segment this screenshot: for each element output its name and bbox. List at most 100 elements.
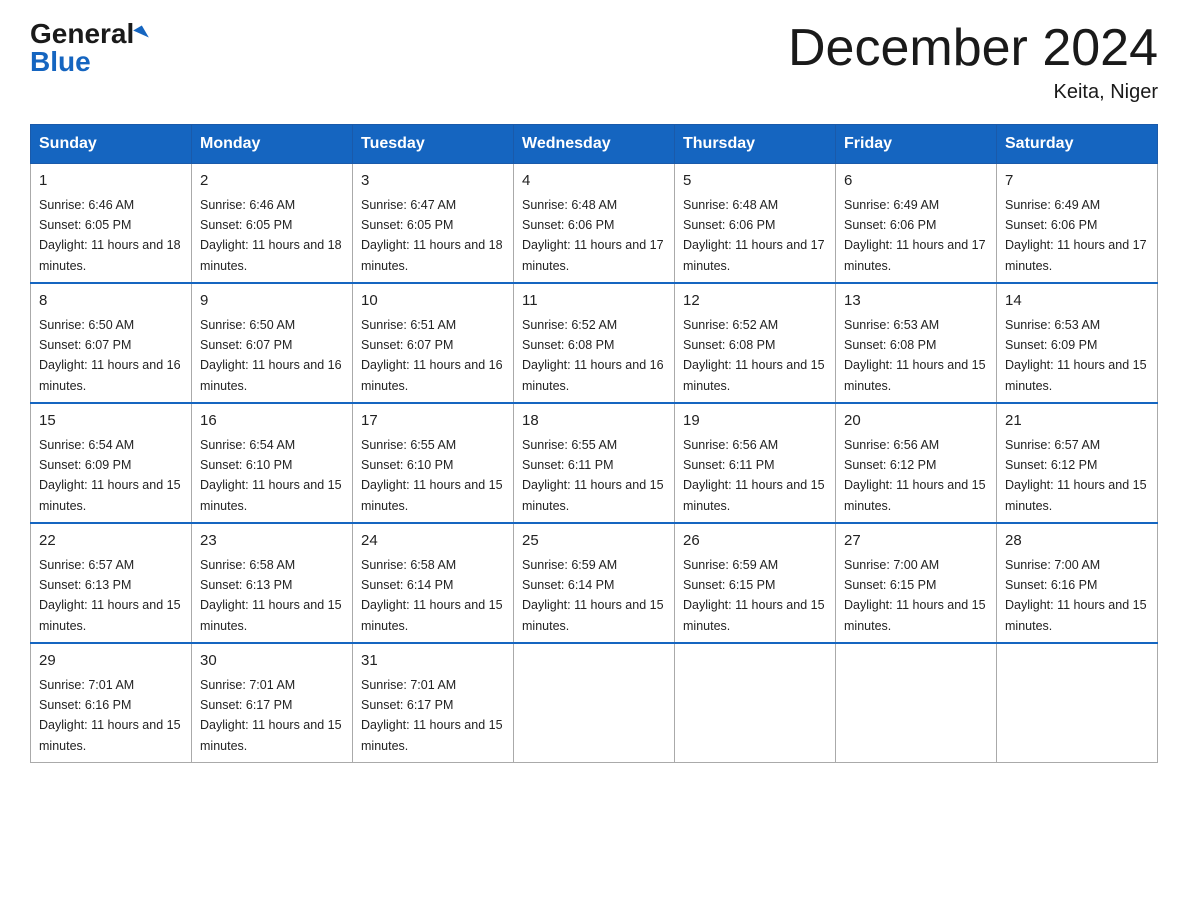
day-number: 19 (683, 410, 827, 433)
calendar-cell: 28 Sunrise: 7:00 AMSunset: 6:16 PMDayligh… (997, 523, 1158, 643)
calendar-cell: 26Sunrise: 6:59 AMSunset: 6:15 PMDayligh… (675, 523, 836, 643)
calendar-cell: 16 Sunrise: 6:54 AMSunset: 6:10 PMDayligh… (192, 403, 353, 523)
day-number: 7 (1005, 170, 1149, 193)
day-info: Sunrise: 6:55 AMSunset: 6:10 PMDaylight:… (361, 438, 503, 513)
calendar-cell: 10Sunrise: 6:51 AMSunset: 6:07 PMDayligh… (353, 283, 514, 403)
day-number: 21 (1005, 410, 1149, 433)
calendar-week-row: 15 Sunrise: 6:54 AMSunset: 6:09 PMDayligh… (31, 403, 1158, 523)
day-number: 1 (39, 170, 183, 193)
calendar-cell: 13 Sunrise: 6:53 AMSunset: 6:08 PMDayligh… (836, 283, 997, 403)
location-text: Keita, Niger (788, 81, 1158, 104)
calendar-cell: 4 Sunrise: 6:48 AMSunset: 6:06 PMDaylight… (514, 164, 675, 284)
calendar-cell: 9Sunrise: 6:50 AMSunset: 6:07 PMDaylight… (192, 283, 353, 403)
header-sunday: Sunday (31, 125, 192, 164)
day-info: Sunrise: 6:52 AMSunset: 6:08 PMDaylight:… (522, 318, 664, 393)
header-wednesday: Wednesday (514, 125, 675, 164)
day-info: Sunrise: 6:57 AMSunset: 6:12 PMDaylight:… (1005, 438, 1147, 513)
logo-general-text: General (30, 20, 134, 48)
calendar-table: SundayMondayTuesdayWednesdayThursdayFrid… (30, 124, 1158, 763)
day-number: 30 (200, 650, 344, 673)
day-info: Sunrise: 6:55 AMSunset: 6:11 PMDaylight:… (522, 438, 664, 513)
day-number: 18 (522, 410, 666, 433)
day-info: Sunrise: 7:00 AMSunset: 6:15 PMDaylight:… (844, 558, 986, 633)
calendar-cell: 1Sunrise: 6:46 AMSunset: 6:05 PMDaylight… (31, 164, 192, 284)
day-number: 16 (200, 410, 344, 433)
day-info: Sunrise: 6:54 AMSunset: 6:10 PMDaylight:… (200, 438, 342, 513)
day-info: Sunrise: 6:48 AMSunset: 6:06 PMDaylight:… (522, 198, 664, 273)
calendar-cell: 22 Sunrise: 6:57 AMSunset: 6:13 PMDayligh… (31, 523, 192, 643)
calendar-cell: 21 Sunrise: 6:57 AMSunset: 6:12 PMDayligh… (997, 403, 1158, 523)
day-info: Sunrise: 6:56 AMSunset: 6:12 PMDaylight:… (844, 438, 986, 513)
day-number: 14 (1005, 290, 1149, 313)
day-number: 4 (522, 170, 666, 193)
calendar-cell: 5Sunrise: 6:48 AMSunset: 6:06 PMDaylight… (675, 164, 836, 284)
calendar-cell: 31 Sunrise: 7:01 AMSunset: 6:17 PMDayligh… (353, 643, 514, 763)
day-info: Sunrise: 6:57 AMSunset: 6:13 PMDaylight:… (39, 558, 181, 633)
day-info: Sunrise: 6:49 AMSunset: 6:06 PMDaylight:… (844, 198, 986, 273)
day-number: 9 (200, 290, 344, 313)
calendar-cell: 2Sunrise: 6:46 AMSunset: 6:05 PMDaylight… (192, 164, 353, 284)
day-number: 29 (39, 650, 183, 673)
calendar-cell: 6Sunrise: 6:49 AMSunset: 6:06 PMDaylight… (836, 164, 997, 284)
day-info: Sunrise: 6:49 AMSunset: 6:06 PMDaylight:… (1005, 198, 1147, 273)
day-info: Sunrise: 7:01 AMSunset: 6:17 PMDaylight:… (361, 678, 503, 753)
calendar-week-row: 29 Sunrise: 7:01 AMSunset: 6:16 PMDayligh… (31, 643, 1158, 763)
month-title: December 2024 (788, 20, 1158, 77)
day-info: Sunrise: 6:58 AMSunset: 6:13 PMDaylight:… (200, 558, 342, 633)
calendar-cell: 7 Sunrise: 6:49 AMSunset: 6:06 PMDaylight… (997, 164, 1158, 284)
calendar-header-row: SundayMondayTuesdayWednesdayThursdayFrid… (31, 125, 1158, 164)
day-info: Sunrise: 6:54 AMSunset: 6:09 PMDaylight:… (39, 438, 181, 513)
day-info: Sunrise: 6:53 AMSunset: 6:08 PMDaylight:… (844, 318, 986, 393)
title-section: December 2024 Keita, Niger (788, 20, 1158, 104)
day-number: 22 (39, 530, 183, 553)
calendar-week-row: 8 Sunrise: 6:50 AMSunset: 6:07 PMDaylight… (31, 283, 1158, 403)
day-info: Sunrise: 7:00 AMSunset: 6:16 PMDaylight:… (1005, 558, 1147, 633)
calendar-week-row: 22 Sunrise: 6:57 AMSunset: 6:13 PMDayligh… (31, 523, 1158, 643)
day-number: 13 (844, 290, 988, 313)
header-friday: Friday (836, 125, 997, 164)
day-info: Sunrise: 6:59 AMSunset: 6:15 PMDaylight:… (683, 558, 825, 633)
header-saturday: Saturday (997, 125, 1158, 164)
logo: General Blue (30, 20, 146, 76)
day-number: 2 (200, 170, 344, 193)
calendar-cell: 18 Sunrise: 6:55 AMSunset: 6:11 PMDayligh… (514, 403, 675, 523)
day-number: 8 (39, 290, 183, 313)
calendar-cell: 11Sunrise: 6:52 AMSunset: 6:08 PMDayligh… (514, 283, 675, 403)
day-number: 23 (200, 530, 344, 553)
calendar-cell (514, 643, 675, 763)
header-tuesday: Tuesday (353, 125, 514, 164)
calendar-cell: 24Sunrise: 6:58 AMSunset: 6:14 PMDayligh… (353, 523, 514, 643)
day-info: Sunrise: 7:01 AMSunset: 6:16 PMDaylight:… (39, 678, 181, 753)
calendar-cell (997, 643, 1158, 763)
day-number: 28 (1005, 530, 1149, 553)
calendar-cell: 17 Sunrise: 6:55 AMSunset: 6:10 PMDayligh… (353, 403, 514, 523)
day-number: 27 (844, 530, 988, 553)
day-info: Sunrise: 6:50 AMSunset: 6:07 PMDaylight:… (39, 318, 181, 393)
day-info: Sunrise: 6:47 AMSunset: 6:05 PMDaylight:… (361, 198, 503, 273)
calendar-cell: 20Sunrise: 6:56 AMSunset: 6:12 PMDayligh… (836, 403, 997, 523)
page-header: General Blue December 2024 Keita, Niger (30, 20, 1158, 104)
day-number: 31 (361, 650, 505, 673)
day-number: 3 (361, 170, 505, 193)
calendar-cell: 19 Sunrise: 6:56 AMSunset: 6:11 PMDayligh… (675, 403, 836, 523)
day-info: Sunrise: 7:01 AMSunset: 6:17 PMDaylight:… (200, 678, 342, 753)
calendar-cell: 30 Sunrise: 7:01 AMSunset: 6:17 PMDayligh… (192, 643, 353, 763)
day-number: 12 (683, 290, 827, 313)
day-info: Sunrise: 6:58 AMSunset: 6:14 PMDaylight:… (361, 558, 503, 633)
day-info: Sunrise: 6:59 AMSunset: 6:14 PMDaylight:… (522, 558, 664, 633)
calendar-cell: 29 Sunrise: 7:01 AMSunset: 6:16 PMDayligh… (31, 643, 192, 763)
calendar-cell: 8 Sunrise: 6:50 AMSunset: 6:07 PMDaylight… (31, 283, 192, 403)
calendar-cell: 12Sunrise: 6:52 AMSunset: 6:08 PMDayligh… (675, 283, 836, 403)
day-number: 5 (683, 170, 827, 193)
day-number: 15 (39, 410, 183, 433)
day-number: 25 (522, 530, 666, 553)
day-info: Sunrise: 6:56 AMSunset: 6:11 PMDaylight:… (683, 438, 825, 513)
day-number: 17 (361, 410, 505, 433)
calendar-cell (675, 643, 836, 763)
day-info: Sunrise: 6:51 AMSunset: 6:07 PMDaylight:… (361, 318, 503, 393)
calendar-cell: 3 Sunrise: 6:47 AMSunset: 6:05 PMDaylight… (353, 164, 514, 284)
calendar-cell: 15 Sunrise: 6:54 AMSunset: 6:09 PMDayligh… (31, 403, 192, 523)
header-thursday: Thursday (675, 125, 836, 164)
day-info: Sunrise: 6:53 AMSunset: 6:09 PMDaylight:… (1005, 318, 1147, 393)
calendar-cell: 23 Sunrise: 6:58 AMSunset: 6:13 PMDayligh… (192, 523, 353, 643)
